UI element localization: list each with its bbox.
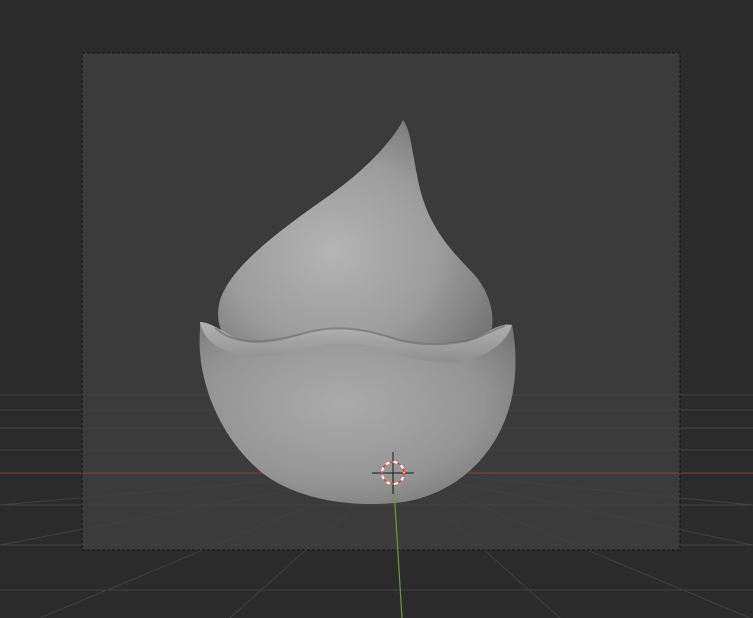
viewport-canvas[interactable]	[0, 0, 753, 618]
3d-viewport[interactable]	[0, 0, 753, 618]
